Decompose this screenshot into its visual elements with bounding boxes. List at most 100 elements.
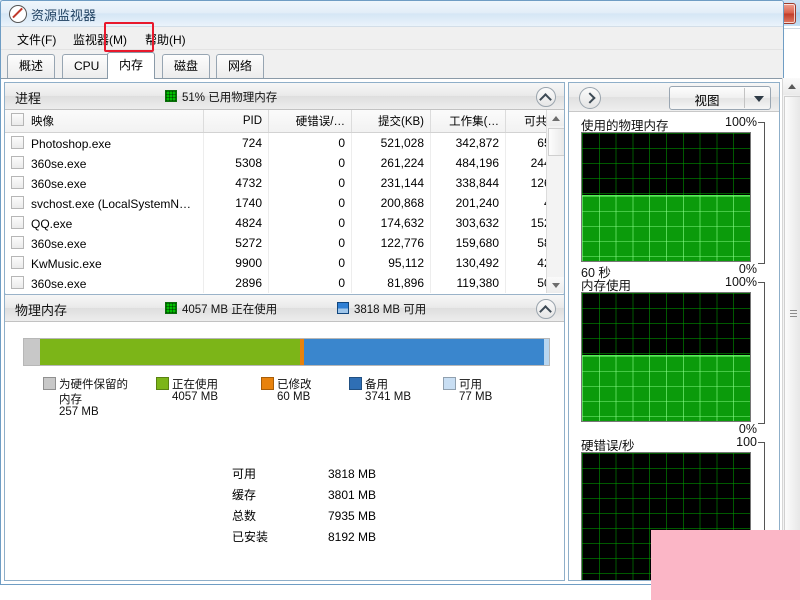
chevron-right-icon[interactable]	[579, 87, 601, 109]
menu-file[interactable]: 文件(F)	[13, 30, 60, 49]
memory-usage-bar	[23, 338, 550, 366]
right-pane: 视图 使用的物理内存100%0%60 秒内存使用100%0%硬错误/秒1000	[568, 82, 780, 581]
processes-header[interactable]: 进程 51% 已用物理内存	[5, 83, 564, 110]
physical-memory-body: 为硬件保留的 内存 257 MB 正在使用 4057 MB 已修改 60 MB 备用 3741 …	[5, 322, 564, 580]
row-checkbox[interactable]	[11, 175, 24, 189]
cell-commit: 174,632	[351, 213, 431, 233]
stat-key: 缓存	[232, 488, 257, 502]
legend-label: 已修改	[277, 379, 312, 391]
physical-memory-used-status: 4057 MB 正在使用	[165, 301, 277, 317]
graph-fill-area	[582, 354, 750, 421]
cell-hard-faults: 0	[268, 273, 352, 293]
processes-collapse-button[interactable]	[536, 87, 556, 107]
tab-network[interactable]: 网络	[216, 54, 265, 78]
table-row[interactable]: 360se.exe47320231,144338,844126,060212,7…	[5, 173, 564, 193]
row-checkbox[interactable]	[11, 215, 24, 229]
table-row[interactable]: svchost.exe (LocalSystemN… 1740 0 200,868 20…	[5, 193, 564, 213]
stat-value: 8192 MB	[327, 529, 376, 544]
tabstrip: 概述 CPU 内存 磁盘 网络	[1, 22, 783, 79]
cell-hard-faults: 0	[268, 233, 352, 253]
table-row[interactable]: 360se.exe2896081,896119,38050,38468,996	[5, 273, 564, 293]
cell-pid: 9900	[203, 253, 269, 273]
cell-commit: 261,224	[351, 153, 431, 173]
memory-stats-table: 可用 3818 MB 缓存 3801 MB 总数 7935 MB 已安装 8192 MB	[230, 462, 404, 548]
physical-memory-collapse-button[interactable]	[536, 299, 556, 319]
col-working-set[interactable]: 工作集(…	[430, 110, 506, 133]
scroll-up-icon[interactable]	[547, 110, 564, 126]
cell-pid: 724	[203, 132, 269, 153]
tab-memory[interactable]: 内存	[107, 52, 156, 79]
scroll-thumb[interactable]	[548, 128, 564, 156]
legend-swatch-icon	[443, 377, 456, 390]
cell-pid: 5272	[203, 233, 269, 253]
scroll-thumb[interactable]	[784, 96, 800, 600]
chevron-down-icon[interactable]	[754, 96, 764, 102]
cell-image: 360se.exe	[5, 273, 204, 293]
scroll-up-icon[interactable]	[783, 78, 800, 95]
row-checkbox[interactable]	[11, 275, 24, 289]
table-row[interactable]: Photoshop.exe7240521,028342,87265,652277…	[5, 132, 564, 153]
stat-row: 缓存 3801 MB	[232, 485, 402, 504]
row-checkbox[interactable]	[11, 135, 24, 149]
col-pid[interactable]: PID	[203, 110, 269, 133]
window-scrollbar[interactable]	[782, 78, 800, 600]
graph-max-label: 100%	[725, 115, 757, 129]
graph-min-label: 0%	[738, 262, 757, 276]
window-title: 资源监视器	[31, 8, 97, 23]
cell-image: 360se.exe	[5, 153, 204, 173]
cell-working-set: 303,632	[430, 213, 506, 233]
cell-image: 360se.exe	[5, 233, 204, 253]
cell-working-set: 338,844	[430, 173, 506, 193]
memory-segment-in-use	[40, 339, 301, 365]
table-row[interactable]: 360se.exe53080261,224484,196244,376239,8…	[5, 153, 564, 173]
col-hard-faults[interactable]: 硬错误/…	[268, 110, 352, 133]
menu-monitor[interactable]: 监视器(M)	[69, 30, 131, 49]
row-checkbox[interactable]	[11, 235, 24, 249]
cell-working-set: 342,872	[430, 132, 506, 153]
processes-status: 51% 已用物理内存	[165, 89, 277, 105]
stat-key: 已安装	[232, 530, 269, 544]
stat-key: 可用	[232, 467, 257, 481]
legend-value: 60 MB	[277, 391, 311, 403]
tab-cpu[interactable]: CPU	[62, 54, 112, 78]
table-header-row: 映像 PID 硬错误/… 提交(KB) 工作集(… 可共享(… 专用(KB)	[5, 110, 564, 133]
cell-image: KwMusic.exe	[5, 253, 204, 273]
cell-hard-faults: 0	[268, 153, 352, 173]
resource-monitor-window: 资源监视器 文件(F) 监视器(M) 帮助(H) 概述 CPU 内存 磁盘 网络…	[0, 0, 784, 585]
memory-segment-standby	[303, 339, 544, 365]
tab-disk[interactable]: 磁盘	[162, 54, 211, 78]
graph-scale-bracket	[758, 282, 765, 424]
processes-scrollbar[interactable]	[546, 110, 564, 293]
legend-label: 为硬件保留的	[59, 379, 128, 391]
table-row[interactable]: KwMusic.exe9900095,112130,49242,82887,66…	[5, 253, 564, 273]
physical-memory-header[interactable]: 物理内存 4057 MB 正在使用 3818 MB 可用	[5, 295, 564, 322]
processes-table: 映像 PID 硬错误/… 提交(KB) 工作集(… 可共享(… 专用(KB) P…	[5, 110, 564, 293]
graph-0: 使用的物理内存 100% 0% 60 秒	[569, 115, 779, 280]
legend-label: 可用	[459, 379, 482, 391]
scroll-grip-icon	[790, 310, 797, 317]
table-row[interactable]: 360se.exe52720122,776159,68058,960100,72…	[5, 233, 564, 253]
scroll-down-icon[interactable]	[547, 277, 564, 293]
stat-value: 3801 MB	[327, 487, 376, 502]
legend-swatch-icon	[349, 377, 362, 390]
tab-overview[interactable]: 概述	[7, 54, 56, 78]
graph-fill-area	[582, 194, 750, 261]
col-commit[interactable]: 提交(KB)	[351, 110, 431, 133]
legend-swatch-icon	[261, 377, 274, 390]
row-checkbox[interactable]	[11, 155, 24, 169]
table-row[interactable]: QQ.exe48240174,632303,632152,408151,224	[5, 213, 564, 233]
row-checkbox[interactable]	[11, 195, 24, 209]
row-checkbox[interactable]	[11, 255, 24, 269]
menu-help[interactable]: 帮助(H)	[141, 30, 190, 49]
processes-table-container: 映像 PID 硬错误/… 提交(KB) 工作集(… 可共享(… 专用(KB) P…	[5, 110, 564, 293]
legend-value: 4057 MB	[172, 391, 219, 403]
stat-row: 可用 3818 MB	[232, 464, 402, 483]
cell-pid: 4824	[203, 213, 269, 233]
legend-value: 257 MB	[59, 406, 99, 418]
col-image[interactable]: 映像	[5, 110, 204, 133]
view-button[interactable]: 视图	[669, 86, 771, 110]
graph-fill-gridlines	[582, 195, 750, 261]
select-all-checkbox[interactable]	[11, 113, 24, 126]
view-button-separator	[744, 88, 745, 108]
cell-image: QQ.exe	[5, 213, 204, 233]
